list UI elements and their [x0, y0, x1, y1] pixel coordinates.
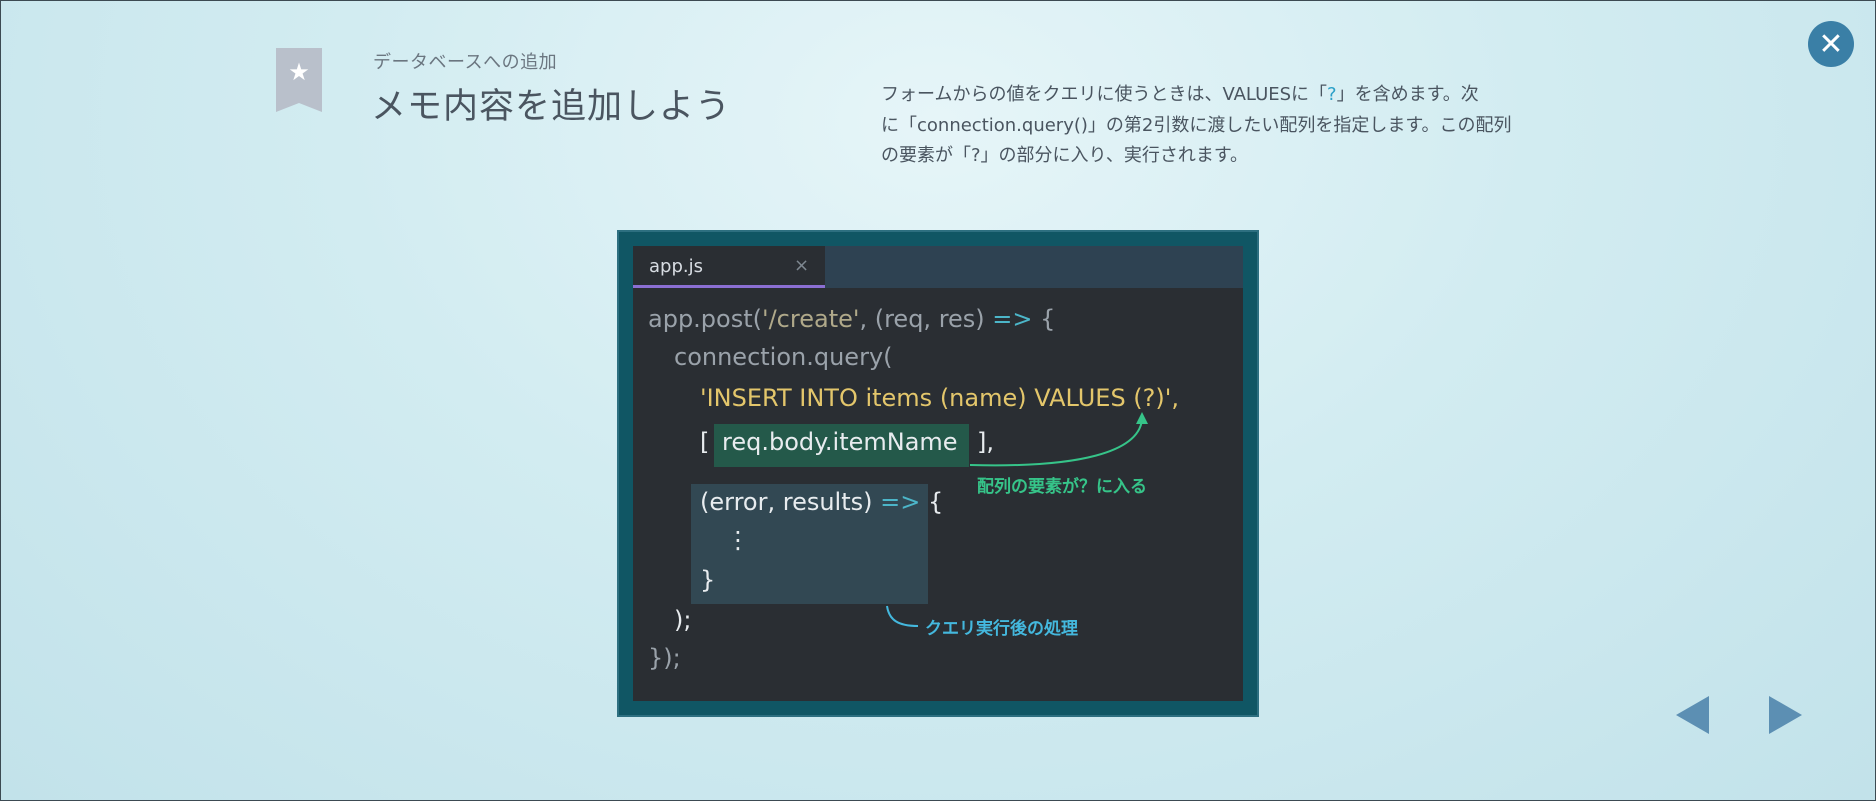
green-arrow-line	[969, 419, 1143, 467]
prev-slide-button[interactable]	[1676, 696, 1709, 734]
annotation-arrows	[886, 412, 1148, 627]
callback-annotation: クエリ実行後の処理	[925, 619, 1078, 639]
green-arrow-head	[1136, 412, 1148, 424]
blue-callout-line	[886, 605, 919, 627]
next-slide-button[interactable]	[1769, 696, 1802, 734]
array-annotation: 配列の要素が？に入る	[977, 477, 1147, 497]
